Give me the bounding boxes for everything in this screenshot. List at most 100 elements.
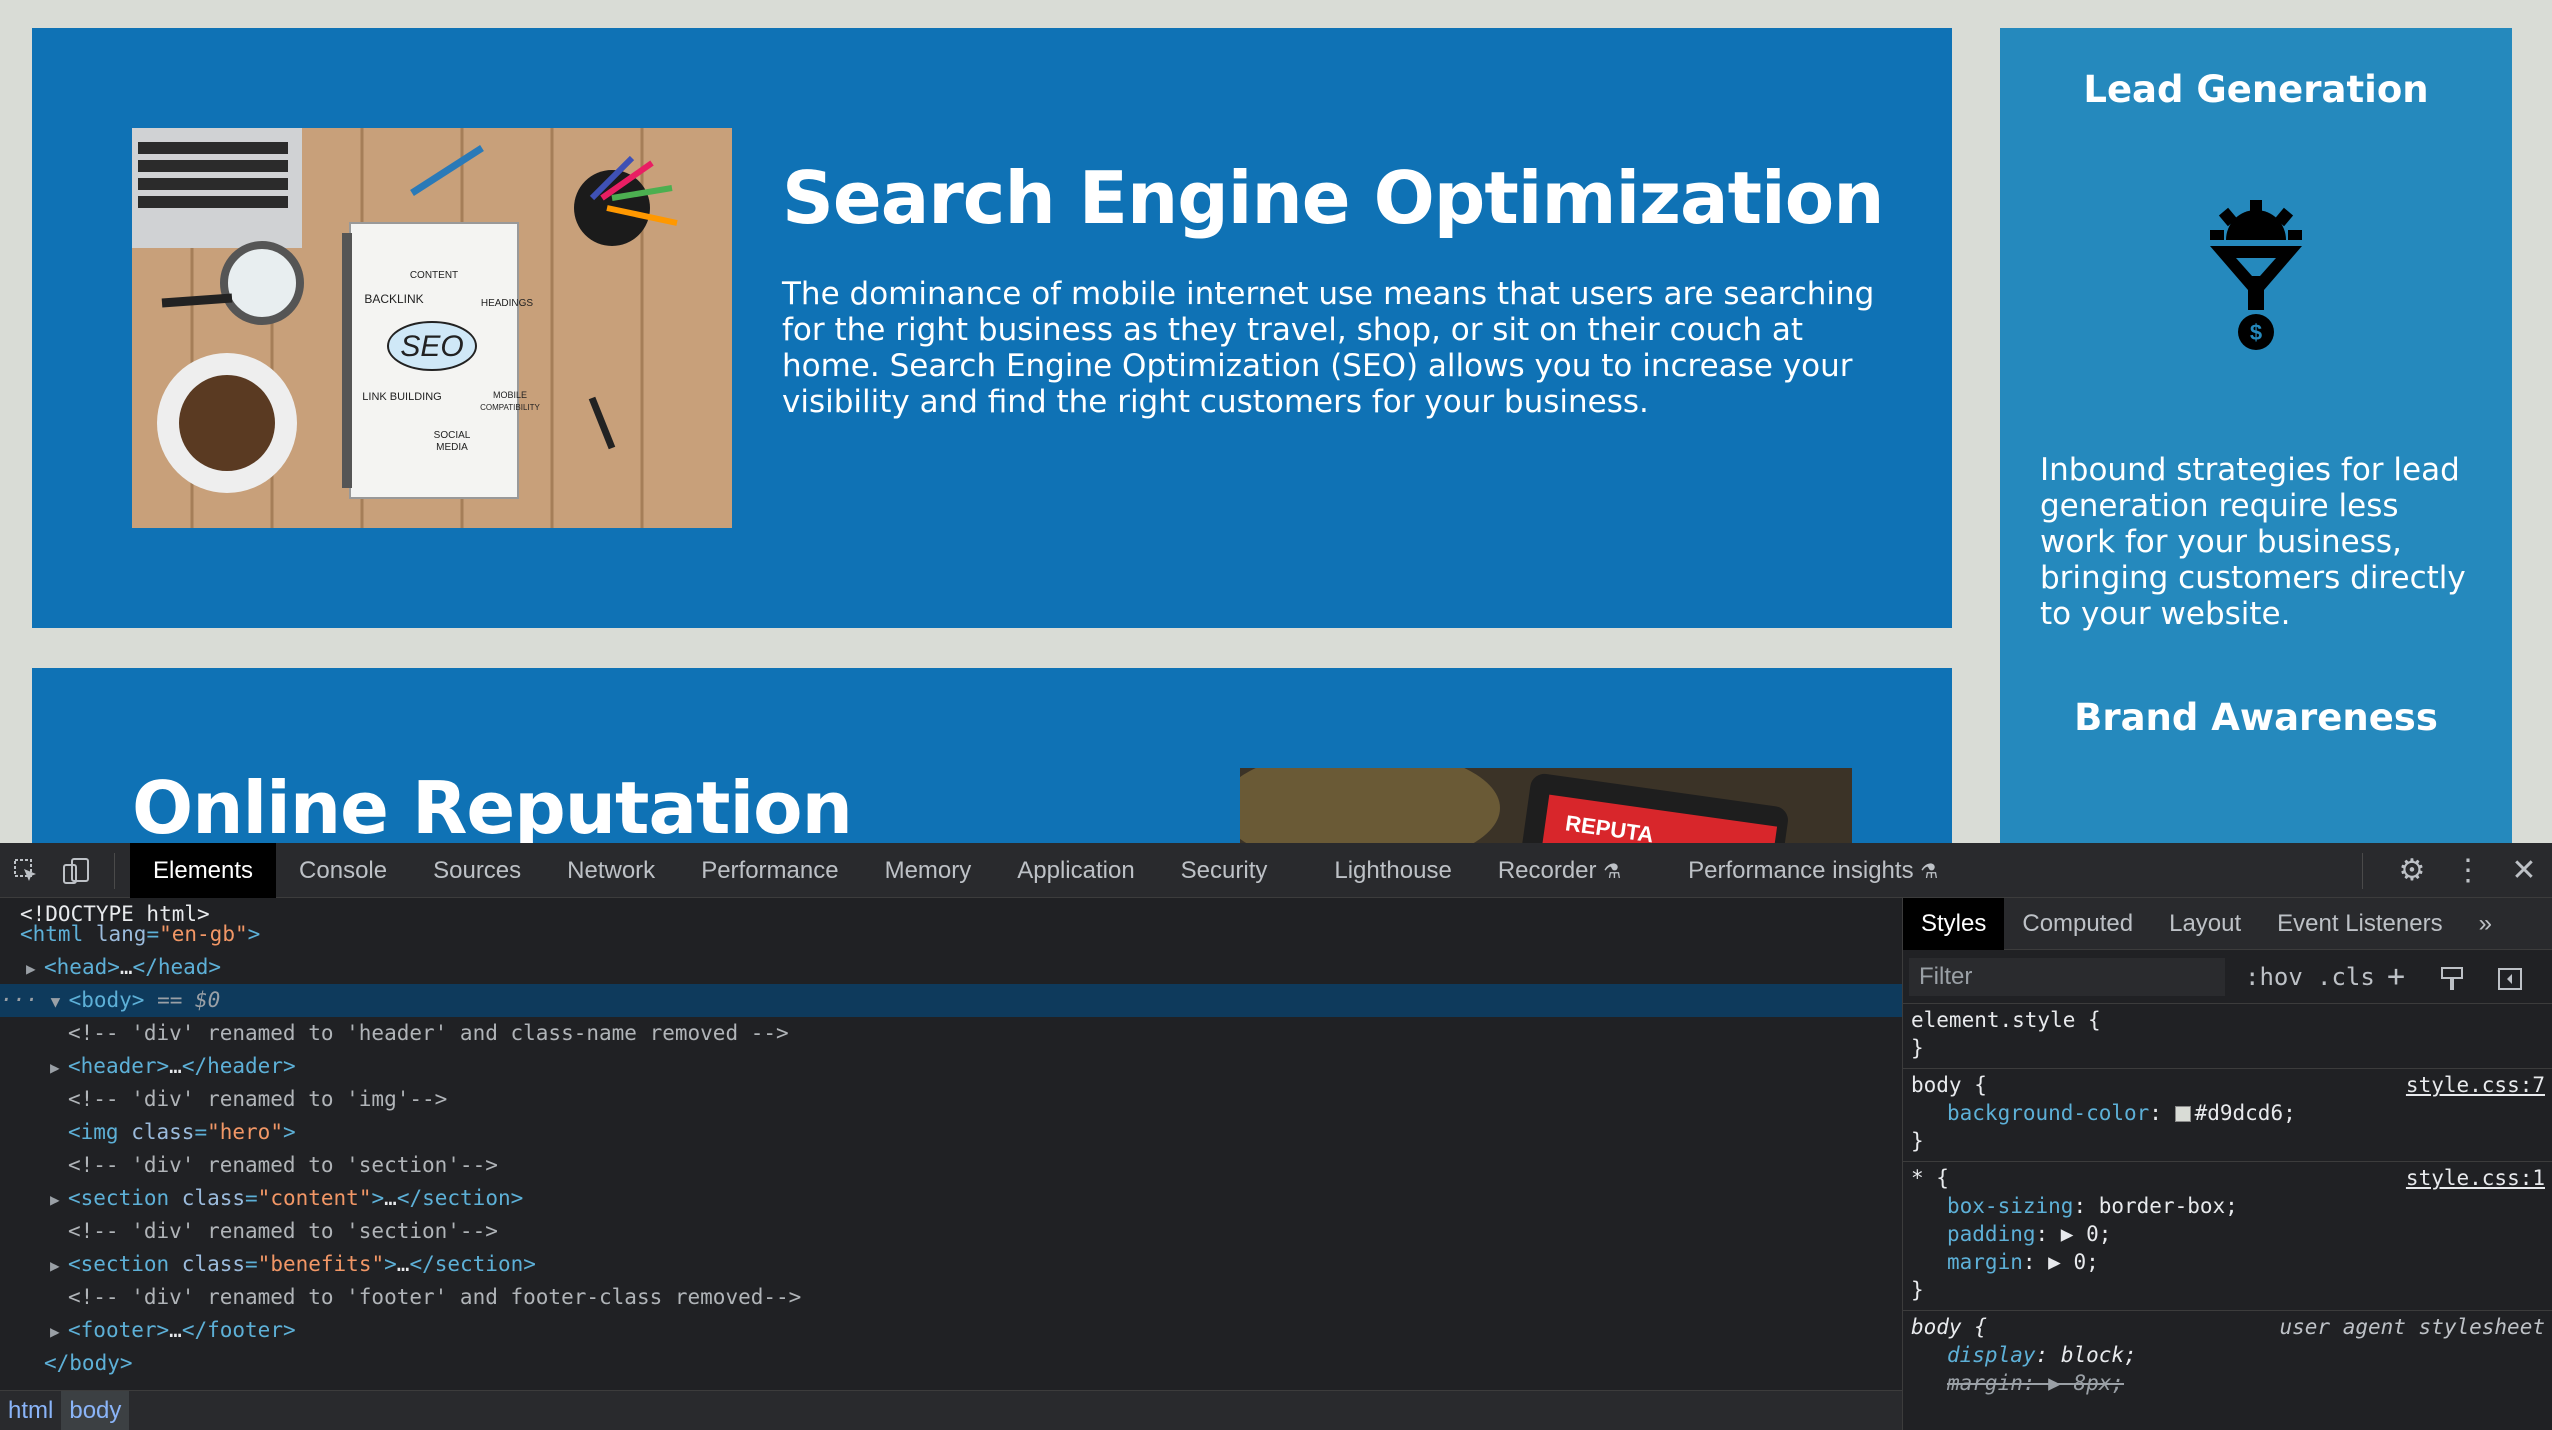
tab-performance[interactable]: Performance [678, 843, 861, 898]
section-content-class: content [270, 1186, 359, 1210]
seo-image: SEO CONTENT BACKLINK HEADINGS LINK BUILD… [132, 128, 732, 528]
tab-lighthouse[interactable]: Lighthouse [1290, 843, 1474, 898]
settings-gear-icon[interactable]: ⚙ [2384, 843, 2440, 898]
dom-comment[interactable]: <!-- 'div' renamed to 'header' and class… [0, 1017, 1902, 1050]
expand-triangle-icon[interactable]: ▶ [26, 952, 44, 985]
css-property[interactable]: box-sizing [1911, 1194, 2073, 1218]
tab-recorder-label: Recorder [1497, 857, 1597, 884]
css-property[interactable]: margin [1911, 1371, 2023, 1395]
dom-section-benefits-node[interactable]: ▶ <section class="benefits">…</section> [0, 1248, 1902, 1281]
css-property[interactable]: margin [1911, 1250, 2023, 1274]
tab-memory[interactable]: Memory [862, 843, 995, 898]
rule-source-link[interactable]: style.css:1 [2406, 1164, 2545, 1192]
rule-close: } [1911, 1129, 1924, 1153]
new-style-rule-icon[interactable]: + [2387, 958, 2405, 996]
dom-comment[interactable]: <!-- 'div' renamed to 'section'--> [0, 1149, 1902, 1182]
html-lang-value: en-gb [171, 922, 235, 946]
comment-text: <!-- 'div' renamed to 'section'--> [68, 1219, 498, 1243]
brand-awareness-icon [2186, 828, 2326, 843]
style-rules-list: element.style { } body { style.css:7 bac… [1903, 1004, 2552, 1403]
tab-console[interactable]: Console [276, 843, 410, 898]
css-value[interactable]: #d9dcd6; [2195, 1101, 2296, 1125]
dom-img-node[interactable]: <img class="hero"> [0, 1116, 1902, 1149]
rule-source-link[interactable]: style.css:7 [2406, 1071, 2545, 1099]
tab-security[interactable]: Security [1158, 843, 1291, 898]
experimental-flask-icon: ⚗ [1603, 861, 1622, 883]
tab-recorder[interactable]: Recorder ⚗ [1475, 843, 1644, 898]
tab-styles[interactable]: Styles [1903, 898, 2005, 950]
rule-selector[interactable]: element.style { [1911, 1006, 2545, 1034]
tab-performance-insights[interactable]: Performance insights ⚗ [1644, 843, 1961, 898]
seo-card: SEO CONTENT BACKLINK HEADINGS LINK BUILD… [32, 28, 1952, 628]
element-style-rule: element.style { } [1903, 1004, 2552, 1069]
toolbar-divider [114, 853, 115, 889]
section-benefits-class: benefits [270, 1252, 372, 1276]
styles-side-panel: Styles Computed Layout Event Listeners »… [1902, 898, 2552, 1430]
seo-text: The dominance of mobile internet use mea… [782, 276, 1875, 420]
dom-comment[interactable]: <!-- 'div' renamed to 'section'--> [0, 1215, 1902, 1248]
svg-text:$: $ [2250, 320, 2262, 345]
expand-triangle-icon[interactable]: ▶ [50, 1051, 68, 1084]
dom-body-node[interactable]: ··· ▼ <body> == $0 [0, 984, 1902, 1017]
more-options-icon[interactable]: ⋮ [2440, 843, 2496, 898]
footer-tag: footer [80, 1318, 157, 1342]
expand-triangle-icon[interactable]: ▶ [50, 1249, 68, 1282]
expand-triangle-icon[interactable]: ▶ [50, 1315, 68, 1348]
tab-layout[interactable]: Layout [2151, 898, 2259, 950]
dom-footer-node[interactable]: ▶ <footer>…</footer> [0, 1314, 1902, 1347]
css-value[interactable]: 8px; [2073, 1371, 2124, 1395]
breadcrumb-body[interactable]: body [61, 1391, 130, 1430]
breadcrumb: html body [0, 1390, 1902, 1430]
dom-body-close[interactable]: </body> [0, 1347, 1902, 1380]
close-devtools-icon[interactable]: ✕ [2496, 843, 2552, 898]
styles-filter-input[interactable]: Filter [1909, 958, 2225, 996]
paint-format-icon[interactable] [2439, 966, 2465, 992]
breadcrumb-html[interactable]: html [0, 1391, 61, 1430]
dom-header-node[interactable]: ▶ <header>…</header> [0, 1050, 1902, 1083]
svg-text:CONTENT: CONTENT [410, 270, 458, 281]
dom-comment[interactable]: <!-- 'div' renamed to 'footer' and foote… [0, 1281, 1902, 1314]
css-value[interactable]: block; [2061, 1343, 2137, 1367]
dom-section-content-node[interactable]: ▶ <section class="content">…</section> [0, 1182, 1902, 1215]
tab-network[interactable]: Network [544, 843, 678, 898]
comment-text: <!-- 'div' renamed to 'header' and class… [68, 1021, 789, 1045]
toggle-sidebar-icon[interactable] [2497, 966, 2523, 992]
class-toggle[interactable]: .cls [2317, 958, 2375, 996]
dom-comment[interactable]: <!-- 'div' renamed to 'img'--> [0, 1083, 1902, 1116]
css-property[interactable]: padding [1911, 1222, 2036, 1246]
collapse-triangle-icon[interactable]: ▼ [51, 985, 69, 1018]
css-value[interactable]: 0; [2086, 1222, 2111, 1246]
css-value[interactable]: 0; [2073, 1250, 2098, 1274]
device-toolbar-icon[interactable] [62, 857, 90, 885]
inspect-element-icon[interactable] [12, 857, 40, 885]
tab-elements[interactable]: Elements [130, 843, 277, 898]
css-property[interactable]: display [1911, 1343, 2036, 1367]
color-swatch[interactable] [2174, 1106, 2191, 1122]
seo-title: Search Engine Optimization [782, 156, 1884, 240]
tab-event-listeners[interactable]: Event Listeners [2259, 898, 2460, 950]
devtools-tabs: Elements Console Sources Network Perform… [130, 843, 1961, 898]
rule-close: } [1911, 1036, 1924, 1060]
comment-text: <!-- 'div' renamed to 'img'--> [68, 1087, 448, 1111]
expand-triangle-icon[interactable]: ▶ [50, 1183, 68, 1216]
hover-state-toggle[interactable]: :hov [2245, 958, 2303, 996]
body-close-tag: </body> [44, 1351, 133, 1375]
devtools-toolbar: Elements Console Sources Network Perform… [0, 843, 2552, 898]
reputation-card: Online Reputation REPUTA [32, 668, 1952, 843]
more-tabs-chevron-icon[interactable]: » [2461, 898, 2510, 950]
devtools-right-controls: ⚙ ⋮ ✕ [2384, 843, 2552, 898]
css-property[interactable]: background-color [1911, 1101, 2149, 1125]
tab-computed[interactable]: Computed [2004, 898, 2151, 950]
styles-panel-tabs: Styles Computed Layout Event Listeners » [1903, 898, 2552, 950]
lead-generation-title: Lead Generation [2083, 68, 2429, 111]
web-page-viewport: SEO CONTENT BACKLINK HEADINGS LINK BUILD… [0, 0, 2552, 843]
tab-sources[interactable]: Sources [410, 843, 544, 898]
css-value[interactable]: border-box; [2099, 1194, 2238, 1218]
tab-application[interactable]: Application [994, 843, 1157, 898]
reputation-title: Online Reputation [132, 766, 853, 843]
seo-image-word: SEO [400, 330, 463, 363]
dom-head-node[interactable]: ▶ <head>…</head> [0, 951, 1902, 984]
dom-html-node[interactable]: <html lang="en-gb"> [0, 918, 1902, 951]
head-tag: head [56, 955, 108, 979]
svg-text:MEDIA: MEDIA [436, 442, 468, 453]
